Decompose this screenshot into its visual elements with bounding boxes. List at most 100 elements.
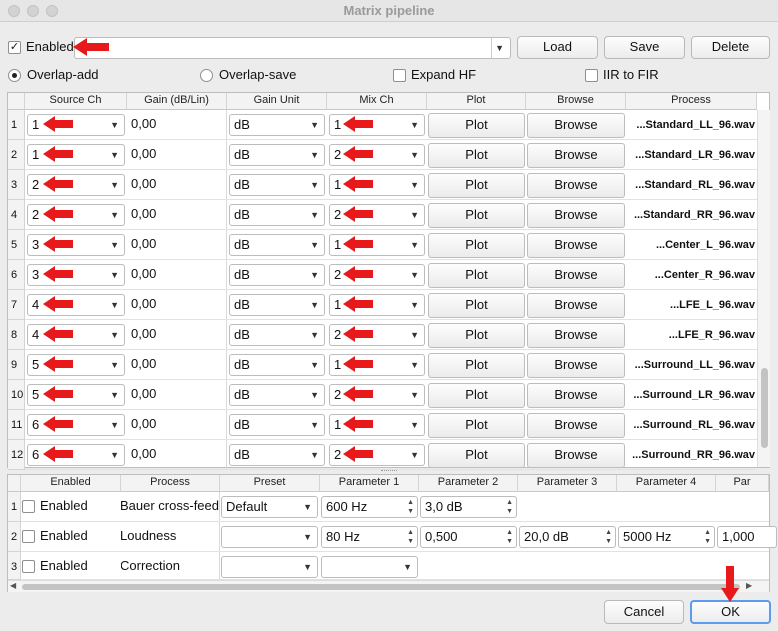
gain-cell[interactable]: 0,00: [127, 260, 227, 290]
matrix-vertical-scrollbar[interactable]: [757, 110, 770, 467]
stepper-icon[interactable]: ▲ ▼: [506, 498, 513, 516]
process-name-cell[interactable]: Loudness: [121, 522, 220, 552]
plot-button[interactable]: Plot: [428, 353, 525, 378]
browse-button[interactable]: Browse: [527, 383, 625, 408]
gain-unit-combo[interactable]: dB ▼: [229, 384, 325, 406]
delete-button[interactable]: Delete: [691, 36, 770, 59]
process-enabled-checkbox[interactable]: [22, 560, 35, 573]
process-header-3[interactable]: Parameter 1: [320, 475, 419, 492]
browse-button[interactable]: Browse: [527, 263, 625, 288]
scroll-right-icon[interactable]: ▶: [746, 581, 752, 590]
browse-button[interactable]: Browse: [527, 323, 625, 348]
matrix-header-3[interactable]: Mix Ch: [327, 93, 427, 110]
preset-combo[interactable]: ▼: [74, 37, 511, 59]
parameter-spinbox[interactable]: 3,0 dB ▲ ▼: [420, 496, 517, 518]
parameter-spinbox[interactable]: 20,0 dB ▲ ▼: [519, 526, 616, 548]
overlap-save-radio[interactable]: [200, 69, 213, 82]
plot-button[interactable]: Plot: [428, 113, 525, 138]
gain-cell[interactable]: 0,00: [127, 230, 227, 260]
browse-button[interactable]: Browse: [527, 173, 625, 198]
parameter-spinbox[interactable]: 80 Hz ▲ ▼: [321, 526, 418, 548]
enabled-checkbox[interactable]: ✓: [8, 41, 21, 54]
browse-button[interactable]: Browse: [527, 113, 625, 138]
splitter-handle[interactable]: [381, 470, 397, 472]
gain-unit-combo[interactable]: dB ▼: [229, 414, 325, 436]
plot-button[interactable]: Plot: [428, 233, 525, 258]
preset-combo[interactable]: ▼: [221, 556, 318, 578]
matrix-header-5[interactable]: Browse: [526, 93, 626, 110]
overlap-add-radio[interactable]: [8, 69, 21, 82]
plot-button[interactable]: Plot: [428, 323, 525, 348]
stepper-icon[interactable]: ▲ ▼: [704, 528, 711, 546]
stepper-icon[interactable]: ▲ ▼: [605, 528, 612, 546]
process-enabled-checkbox[interactable]: [22, 530, 35, 543]
plot-button[interactable]: Plot: [428, 173, 525, 198]
preset-combo[interactable]: ▼: [221, 526, 318, 548]
browse-button[interactable]: Browse: [527, 353, 625, 378]
plot-button[interactable]: Plot: [428, 413, 525, 438]
iir-to-fir-checkbox[interactable]: [585, 69, 598, 82]
gain-cell[interactable]: 0,00: [127, 320, 227, 350]
browse-button[interactable]: Browse: [527, 443, 625, 468]
parameter-spinbox[interactable]: 600 Hz ▲ ▼: [321, 496, 418, 518]
cancel-button[interactable]: Cancel: [604, 600, 684, 624]
matrix-header-0[interactable]: Source Ch: [25, 93, 127, 110]
preset-combo[interactable]: Default ▼: [221, 496, 318, 518]
browse-button[interactable]: Browse: [527, 203, 625, 228]
gain-unit-combo[interactable]: dB ▼: [229, 174, 325, 196]
matrix-header-4[interactable]: Plot: [427, 93, 526, 110]
load-button[interactable]: Load: [517, 36, 598, 59]
plot-button[interactable]: Plot: [428, 263, 525, 288]
matrix-header-2[interactable]: Gain Unit: [227, 93, 327, 110]
process-enabled-checkbox[interactable]: [22, 500, 35, 513]
gain-cell[interactable]: 0,00: [127, 350, 227, 380]
gain-cell[interactable]: 0,00: [127, 440, 227, 470]
plot-button[interactable]: Plot: [428, 383, 525, 408]
matrix-header-6[interactable]: Process: [626, 93, 757, 110]
parameter-1-combo[interactable]: ▼: [321, 556, 418, 578]
gain-cell[interactable]: 0,00: [127, 380, 227, 410]
gain-cell[interactable]: 0,00: [127, 170, 227, 200]
expand-hf-checkbox[interactable]: [393, 69, 406, 82]
gain-unit-combo[interactable]: dB ▼: [229, 294, 325, 316]
parameter-5-field[interactable]: 1,000: [717, 526, 777, 548]
process-header-4[interactable]: Parameter 2: [419, 475, 518, 492]
browse-button[interactable]: Browse: [527, 233, 625, 258]
process-header-6[interactable]: Parameter 4: [617, 475, 716, 492]
process-horizontal-scrollbar[interactable]: ◀ ▶: [8, 580, 769, 592]
gain-unit-combo[interactable]: dB ▼: [229, 234, 325, 256]
process-header-5[interactable]: Parameter 3: [518, 475, 617, 492]
matrix-header-1[interactable]: Gain (dB/Lin): [127, 93, 227, 110]
gain-unit-combo[interactable]: dB ▼: [229, 114, 325, 136]
process-header-0[interactable]: Enabled: [21, 475, 121, 492]
gain-unit-combo[interactable]: dB ▼: [229, 324, 325, 346]
stepper-icon[interactable]: ▲ ▼: [407, 528, 414, 546]
gain-cell[interactable]: 0,00: [127, 410, 227, 440]
gain-cell[interactable]: 0,00: [127, 200, 227, 230]
gain-unit-combo[interactable]: dB ▼: [229, 204, 325, 226]
browse-button[interactable]: Browse: [527, 143, 625, 168]
parameter-spinbox[interactable]: 5000 Hz ▲ ▼: [618, 526, 715, 548]
stepper-icon[interactable]: ▲ ▼: [506, 528, 513, 546]
process-name-cell[interactable]: Bauer cross-feed: [121, 492, 220, 522]
process-header-2[interactable]: Preset: [220, 475, 320, 492]
plot-button[interactable]: Plot: [428, 143, 525, 168]
gain-unit-combo[interactable]: dB ▼: [229, 444, 325, 466]
gain-unit-combo[interactable]: dB ▼: [229, 264, 325, 286]
gain-cell[interactable]: 0,00: [127, 140, 227, 170]
process-header-1[interactable]: Process: [121, 475, 220, 492]
scroll-left-icon[interactable]: ◀: [10, 581, 16, 590]
save-button[interactable]: Save: [604, 36, 685, 59]
plot-button[interactable]: Plot: [428, 293, 525, 318]
process-header-7[interactable]: Par: [716, 475, 769, 492]
browse-button[interactable]: Browse: [527, 413, 625, 438]
browse-button[interactable]: Browse: [527, 293, 625, 318]
gain-cell[interactable]: 0,00: [127, 290, 227, 320]
process-name-cell[interactable]: Correction: [121, 552, 220, 580]
gain-unit-combo[interactable]: dB ▼: [229, 144, 325, 166]
plot-button[interactable]: Plot: [428, 443, 525, 468]
stepper-icon[interactable]: ▲ ▼: [407, 498, 414, 516]
gain-unit-combo[interactable]: dB ▼: [229, 354, 325, 376]
gain-cell[interactable]: 0,00: [127, 110, 227, 140]
plot-button[interactable]: Plot: [428, 203, 525, 228]
